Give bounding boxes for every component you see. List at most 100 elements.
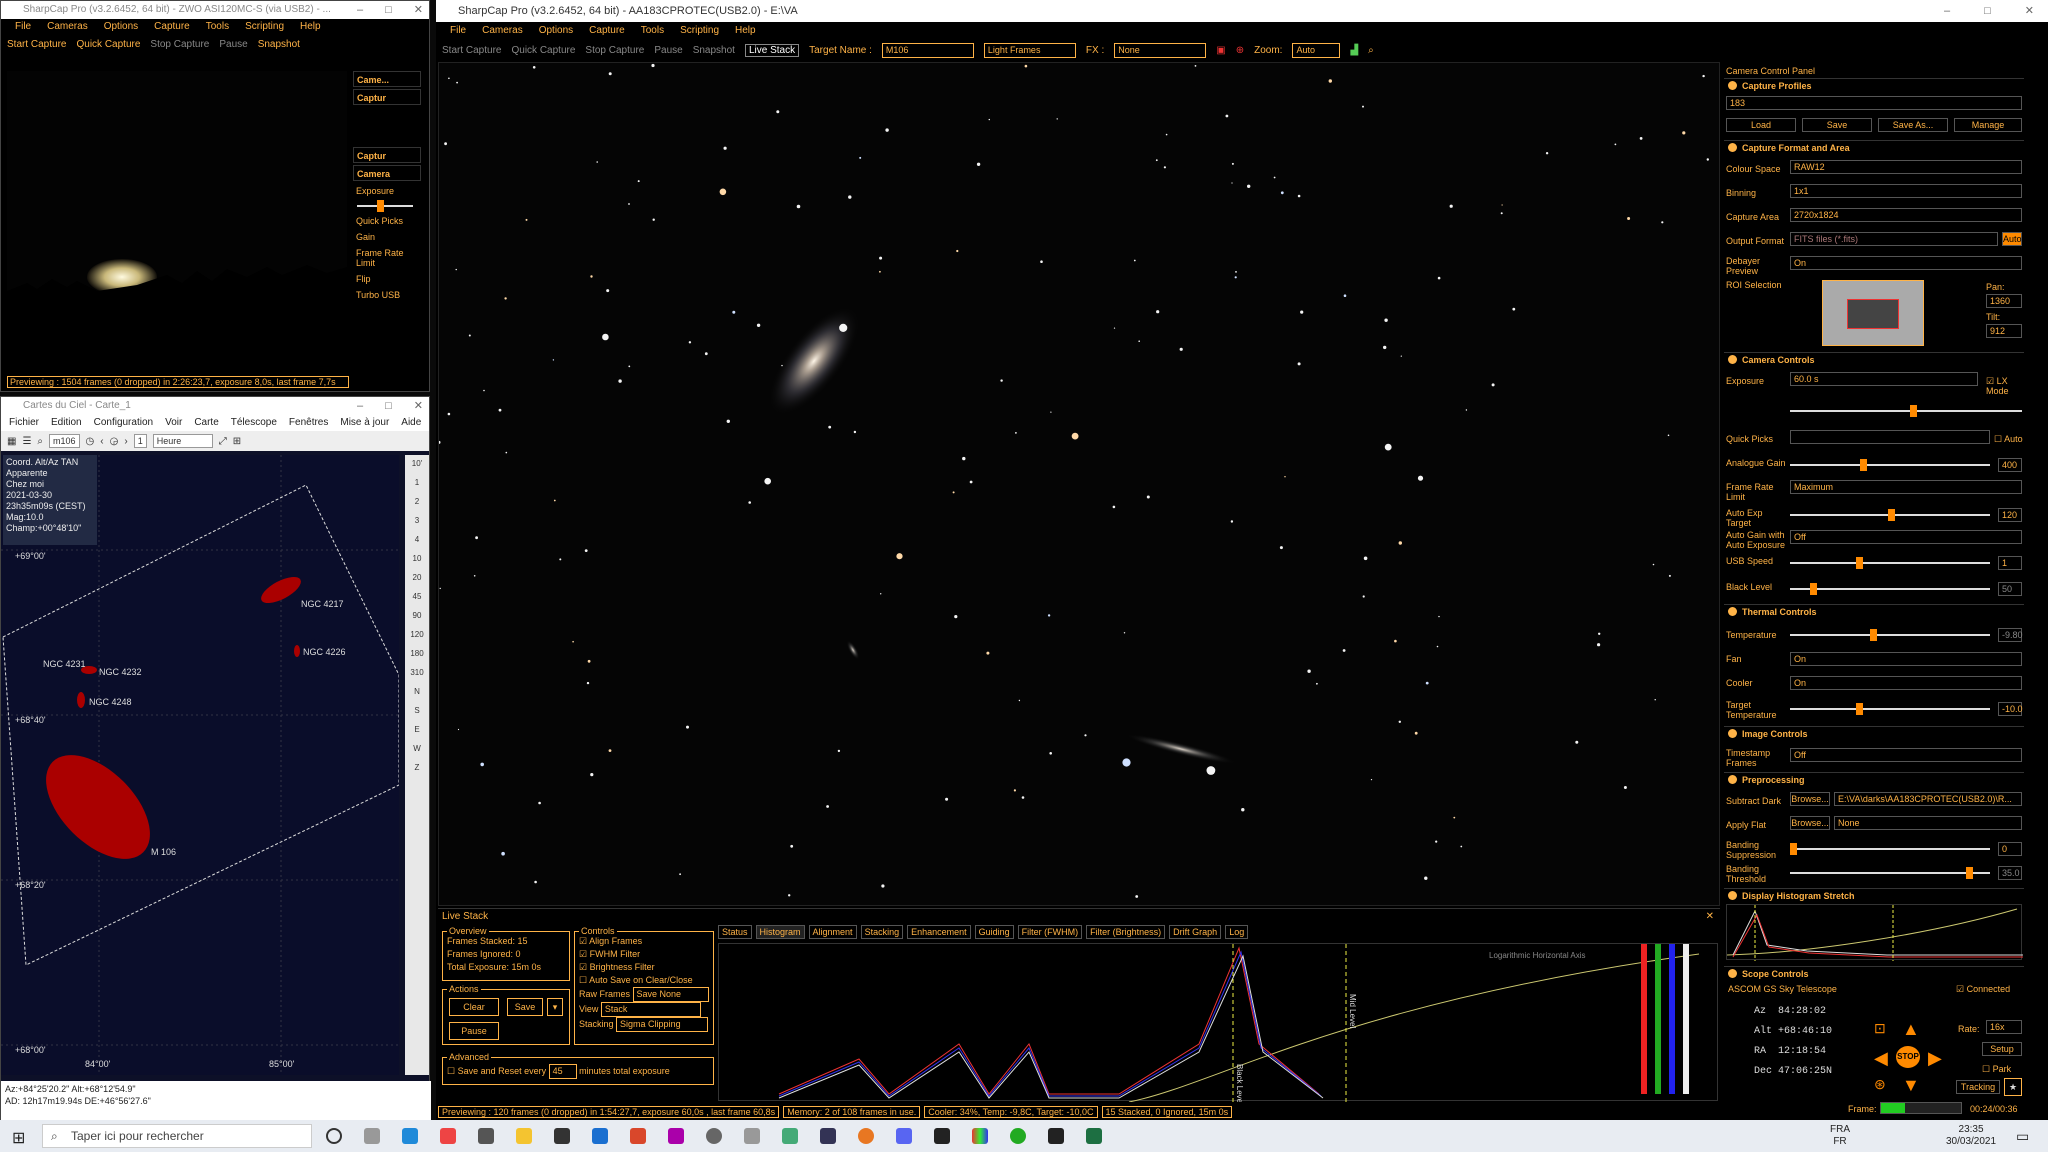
menu-capture[interactable]: Capture [589, 22, 625, 40]
capture-area-select[interactable]: 2720x1824 [1790, 208, 2022, 222]
profile-select[interactable]: 183 [1726, 96, 2022, 110]
quick-capture-button[interactable]: Quick Capture [511, 45, 575, 56]
close-icon[interactable]: ✕ [2025, 0, 2034, 22]
tab-filter-brightness[interactable]: Filter (Brightness) [1086, 925, 1166, 939]
app-icon-4[interactable] [820, 1128, 836, 1144]
save-profile-button[interactable]: Save [1802, 118, 1872, 132]
cortana-icon[interactable] [326, 1128, 342, 1144]
tracking-button[interactable]: Tracking [1956, 1080, 2000, 1094]
section-capture-profiles[interactable]: Capture Profiles [1724, 78, 2024, 92]
scale-mark[interactable]: W [413, 744, 421, 753]
gain-input[interactable]: 400 [1998, 458, 2022, 472]
menu-cameras[interactable]: Cameras [47, 19, 88, 35]
scale-mark[interactable]: 3 [415, 516, 419, 525]
menu-scripting[interactable]: Scripting [245, 19, 284, 35]
tab-filter-fwhm[interactable]: Filter (FWHM) [1017, 925, 1083, 939]
scale-mark[interactable]: N [414, 687, 420, 696]
app-icon-5[interactable] [934, 1128, 950, 1144]
menu-scripting[interactable]: Scripting [680, 22, 719, 40]
scale-mark[interactable]: 1 [415, 478, 419, 487]
brightness-filter-checkbox[interactable]: ☑ Brightness Filter [579, 961, 709, 974]
menu-configuration[interactable]: Configuration [94, 415, 153, 431]
scale-mark[interactable]: 45 [413, 592, 422, 601]
pan-input[interactable]: 1360 [1986, 294, 2022, 308]
minimize-icon[interactable]: – [357, 397, 363, 415]
menu-telescope[interactable]: Télescope [231, 415, 277, 431]
scale-mark[interactable]: 4 [415, 535, 419, 544]
browse-flat-button[interactable]: Browse... [1790, 816, 1830, 830]
taskbar-search[interactable]: ⌕ Taper ici pour rechercher [42, 1124, 312, 1148]
sky-chart[interactable]: NGC 4217 NGC 4231 NGC 4232 NGC 4226 NGC … [1, 455, 400, 1075]
lang-indicator[interactable]: FRA FR [1830, 1124, 1850, 1148]
scale-mark[interactable]: 20 [413, 573, 422, 582]
section-capture-format[interactable]: Capture Format and Area [1724, 140, 2024, 154]
scale-mark[interactable]: 90 [413, 611, 422, 620]
scale-mark[interactable]: 2 [415, 497, 419, 506]
binning-select[interactable]: 1x1 [1790, 184, 2022, 198]
scale-mark[interactable]: 10 [413, 554, 422, 563]
minutes-input[interactable]: 45 [548, 1064, 577, 1079]
menu-carte[interactable]: Carte [194, 415, 218, 431]
scale-mark[interactable]: 120 [410, 630, 423, 639]
menu-help[interactable]: Help [735, 22, 756, 40]
scale-mark[interactable]: 180 [410, 649, 423, 658]
black-level-slider[interactable] [1790, 583, 1990, 595]
unit-select[interactable]: Heure [152, 434, 213, 448]
auto-button[interactable]: Auto [2002, 232, 2022, 246]
windows-start-icon[interactable]: ⊞ [12, 1128, 25, 1148]
pause-button[interactable]: Pause [654, 45, 682, 56]
list-icon[interactable]: ☰ [22, 436, 31, 447]
pause-button[interactable]: Pause [219, 39, 247, 50]
close-icon[interactable]: ✕ [414, 397, 423, 415]
capture-section[interactable]: Captur [353, 89, 421, 105]
black-level-input[interactable]: 50 [1998, 582, 2022, 596]
section-camera-controls[interactable]: Camera Controls [1724, 352, 2024, 366]
office-icon[interactable] [630, 1128, 646, 1144]
scale-mark[interactable]: 310 [410, 668, 423, 677]
menu-file[interactable]: File [450, 22, 466, 40]
quick-picks-select[interactable] [1790, 430, 1990, 444]
frame-rate-select[interactable]: Maximum [1790, 480, 2022, 494]
menu-cameras[interactable]: Cameras [482, 22, 523, 40]
app-icon-1[interactable] [668, 1128, 684, 1144]
calculator-icon[interactable] [782, 1128, 798, 1144]
menu-mise-a-jour[interactable]: Mise à jour [340, 415, 389, 431]
edge-icon[interactable] [402, 1128, 418, 1144]
forward-icon[interactable]: › [124, 436, 127, 447]
zoom-fit-icon[interactable]: ⤢ [219, 436, 227, 447]
auto-exp-target-input[interactable]: 120 [1998, 508, 2022, 522]
cdc-titlebar[interactable]: Cartes du Ciel - Carte_1 – □ ✕ [1, 397, 429, 415]
fwhm-filter-checkbox[interactable]: ☑ FWHM Filter [579, 948, 709, 961]
lx-mode-checkbox[interactable]: ☑ LX Mode [1986, 376, 2026, 396]
menu-tools[interactable]: Tools [641, 22, 664, 40]
app-icon-8[interactable] [1048, 1128, 1064, 1144]
stop-button[interactable]: STOP [1896, 1046, 1920, 1068]
star-icon[interactable]: ★ [2004, 1078, 2022, 1096]
load-profile-button[interactable]: Load [1726, 118, 1796, 132]
scale-mark[interactable]: S [414, 706, 419, 715]
task-view-icon[interactable] [364, 1128, 380, 1144]
timestamp-select[interactable]: Off [1790, 748, 2022, 762]
stop-capture-button[interactable]: Stop Capture [585, 45, 644, 56]
camera-section[interactable]: Camera [353, 165, 421, 181]
scale-mark[interactable]: E [414, 725, 419, 734]
magnifier-icon[interactable]: ⌕ [1368, 45, 1374, 56]
menu-tools[interactable]: Tools [206, 19, 229, 35]
zoom-icon[interactable]: ⊞ [233, 436, 241, 447]
start-capture-button[interactable]: Start Capture [442, 45, 501, 56]
save-as-profile-button[interactable]: Save As... [1878, 118, 1948, 132]
roi-preview[interactable] [1822, 280, 1924, 346]
banding-threshold-input[interactable]: 35.0 [1998, 866, 2022, 880]
debayer-select[interactable]: On [1790, 256, 2022, 270]
scope-south-arrow[interactable]: ▼ [1902, 1076, 1920, 1094]
menu-voir[interactable]: Voir [165, 415, 182, 431]
scope-north-arrow[interactable]: ▲ [1902, 1020, 1920, 1038]
gain-slider[interactable] [1790, 459, 1990, 471]
fx-select[interactable]: None [1114, 42, 1207, 58]
tab-guiding[interactable]: Guiding [974, 925, 1014, 939]
app-icon-2[interactable] [706, 1128, 722, 1144]
live-stack-button[interactable]: Live Stack [744, 43, 800, 57]
history-icon[interactable]: ◶ [110, 436, 119, 447]
firefox-icon[interactable] [858, 1128, 874, 1144]
menu-options[interactable]: Options [104, 19, 138, 35]
